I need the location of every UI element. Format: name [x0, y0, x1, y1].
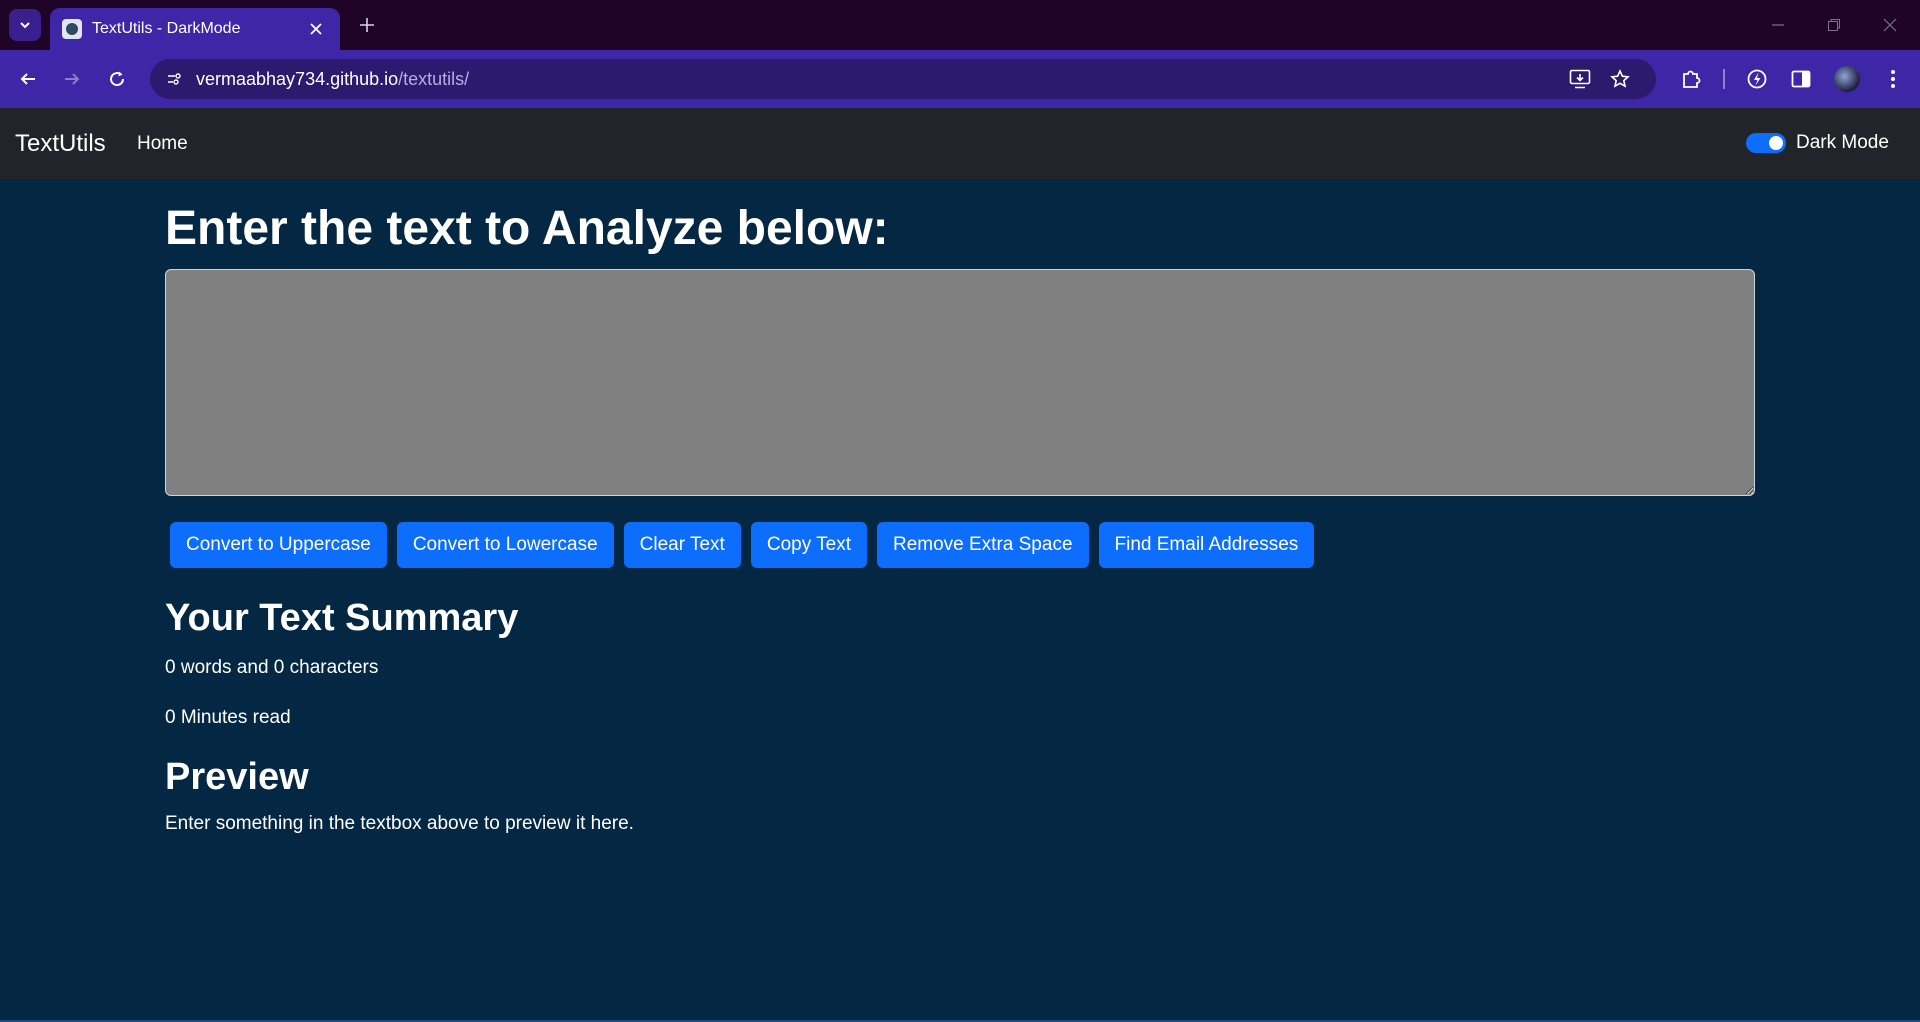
word-char-count: 0 words and 0 characters [165, 657, 379, 678]
forward-arrow-icon[interactable] [55, 62, 89, 96]
minimize-icon[interactable] [1750, 8, 1806, 42]
text-input-area[interactable] [165, 269, 1755, 496]
star-icon[interactable] [1608, 67, 1632, 91]
extensions-icon[interactable] [1676, 64, 1706, 94]
install-app-icon[interactable] [1568, 67, 1592, 91]
window-close-icon[interactable] [1862, 8, 1918, 42]
summary-title: Your Text Summary [165, 597, 519, 639]
url-path: /textutils/ [398, 69, 470, 89]
tab-search-icon[interactable] [9, 9, 41, 41]
lowercase-button[interactable]: Convert to Lowercase [396, 522, 614, 568]
tab-title: TextUtils - DarkMode [92, 20, 241, 37]
url-host: vermaabhay734.github.io [196, 69, 399, 89]
toolbar-divider [1723, 69, 1725, 89]
reload-icon[interactable] [100, 62, 134, 96]
app-navbar: TextUtils Home Dark Mode [0, 108, 1920, 179]
tab-strip: TextUtils - DarkMode [0, 0, 1920, 50]
close-icon[interactable] [304, 17, 328, 41]
brand-link[interactable]: TextUtils [15, 108, 106, 179]
browser-tab[interactable]: TextUtils - DarkMode [50, 8, 340, 50]
uppercase-button[interactable]: Convert to Uppercase [170, 522, 387, 568]
dark-mode-toggle[interactable]: Dark Mode [1746, 132, 1889, 154]
clear-text-button[interactable]: Clear Text [623, 522, 741, 568]
performance-icon[interactable] [1742, 64, 1772, 94]
kebab-menu-icon[interactable] [1878, 64, 1908, 94]
find-email-button[interactable]: Find Email Addresses [1098, 522, 1315, 568]
dark-mode-switch[interactable] [1746, 133, 1786, 153]
favicon [62, 19, 82, 39]
nav-link-home[interactable]: Home [137, 108, 188, 179]
back-arrow-icon[interactable] [11, 62, 45, 96]
side-panel-icon[interactable] [1786, 64, 1816, 94]
page-title: Enter the text to Analyze below: [165, 202, 889, 255]
remove-extra-space-button[interactable]: Remove Extra Space [876, 522, 1089, 568]
read-time: 0 Minutes read [165, 707, 291, 728]
site-info-icon[interactable] [160, 65, 188, 93]
address-bar[interactable]: vermaabhay734.github.io/textutils/ [150, 59, 1656, 99]
dark-mode-label: Dark Mode [1796, 132, 1889, 153]
action-buttons: Convert to Uppercase Convert to Lowercas… [170, 522, 1315, 568]
plus-icon[interactable] [352, 10, 382, 40]
preview-title: Preview [165, 756, 309, 798]
url-text: vermaabhay734.github.io/textutils/ [196, 59, 469, 99]
restore-icon[interactable] [1806, 8, 1862, 42]
copy-text-button[interactable]: Copy Text [750, 522, 867, 568]
avatar[interactable] [1834, 66, 1860, 92]
preview-text: Enter something in the textbox above to … [165, 813, 634, 834]
browser-toolbar: vermaabhay734.github.io/textutils/ [0, 50, 1920, 108]
